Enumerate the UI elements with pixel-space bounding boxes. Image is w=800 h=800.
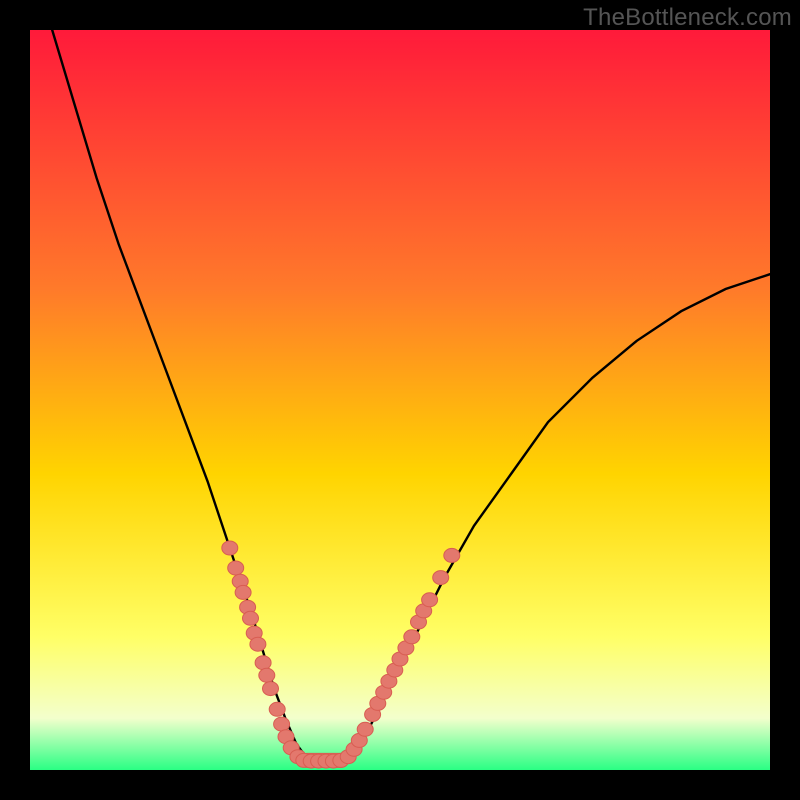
- chart-area: [30, 30, 770, 770]
- curve-dot: [259, 668, 275, 682]
- curve-dot: [222, 541, 238, 555]
- curve-dot: [274, 717, 290, 731]
- curve-dot: [404, 630, 420, 644]
- curve-dot: [243, 611, 259, 625]
- chart-svg: [30, 30, 770, 770]
- curve-dot: [357, 722, 373, 736]
- curve-dot: [422, 593, 438, 607]
- curve-dot: [444, 548, 460, 562]
- curve-dot: [263, 682, 279, 696]
- curve-dot: [250, 637, 266, 651]
- curve-dot: [255, 656, 271, 670]
- curve-dot: [433, 571, 449, 585]
- curve-dot: [228, 561, 244, 575]
- curve-dot: [269, 702, 285, 716]
- curve-dot: [235, 585, 251, 599]
- watermark-text: TheBottleneck.com: [583, 4, 792, 32]
